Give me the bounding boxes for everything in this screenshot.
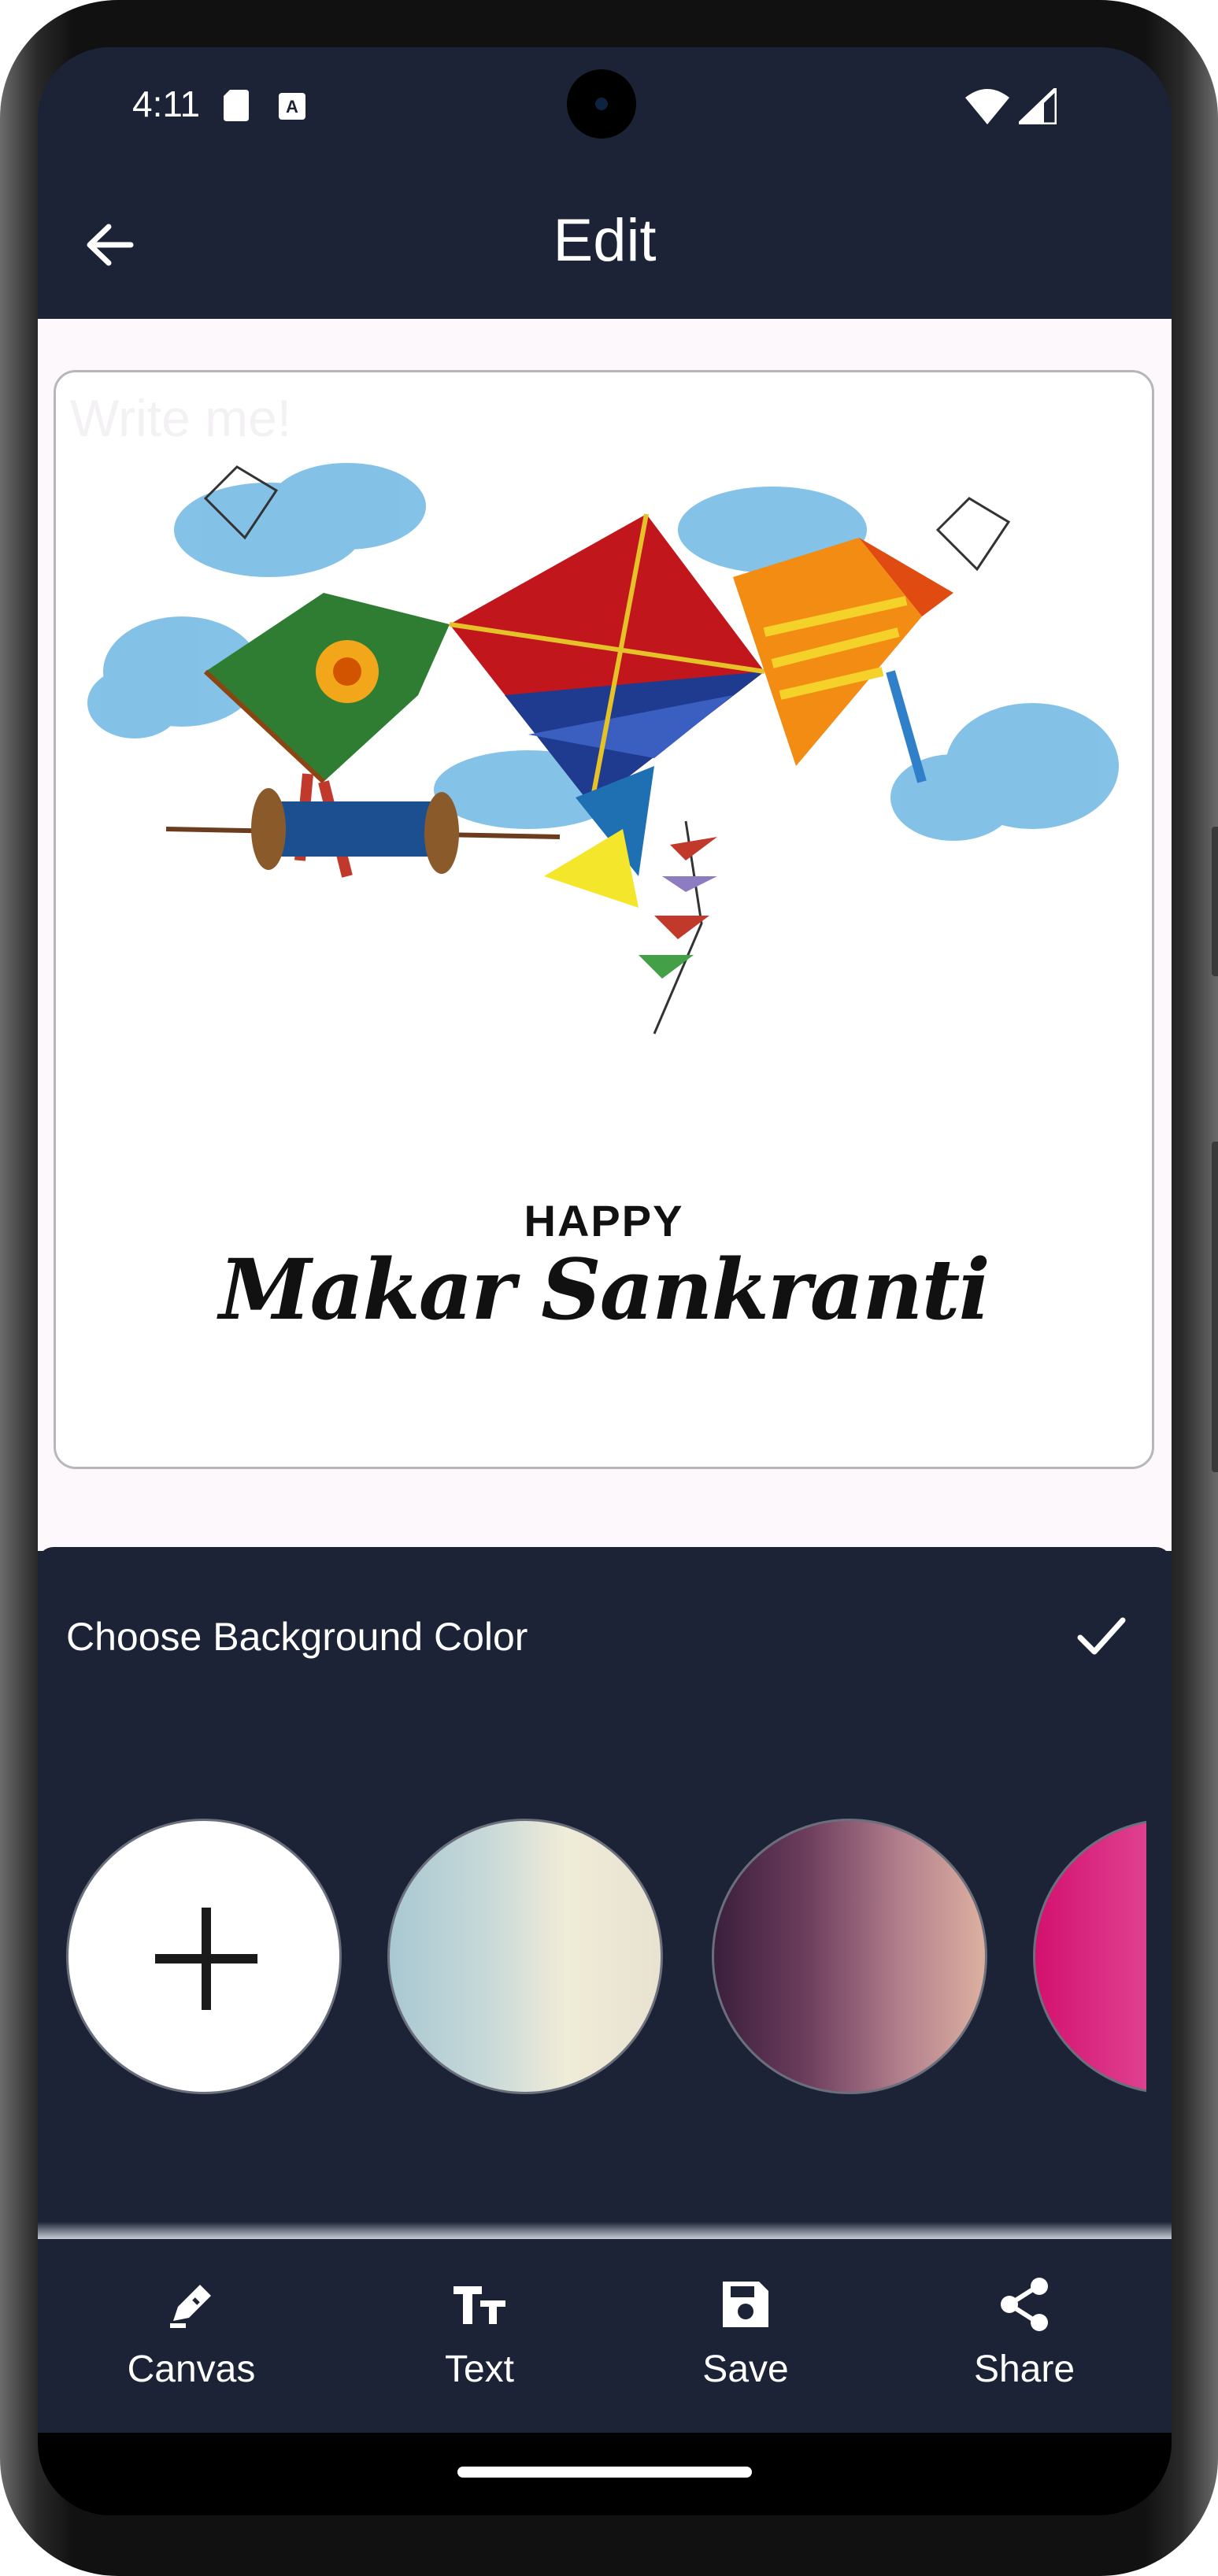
sheet-title: Choose Background Color [66,1615,528,1659]
text-size-icon [454,2286,505,2324]
front-camera [567,69,636,139]
volume-button [1212,827,1218,976]
kites-illustration [87,463,1119,1034]
screen: 4:11 A Edit Write me! HAPPY Makar Sankra… [38,47,1172,2515]
pencil-edit-icon [170,2285,211,2328]
color-swatch-plum-peach[interactable] [712,1819,987,2094]
share-icon [1001,2278,1048,2331]
check-icon[interactable] [1074,1609,1129,1664]
add-color-swatch[interactable] [66,1819,342,2094]
plus-icon [155,1908,257,2010]
phone-frame: 4:11 A Edit Write me! HAPPY Makar Sankra… [0,0,1218,2576]
wifi-icon [965,89,1009,124]
nav-share[interactable]: Share [930,2275,1119,2391]
notification-a-icon: A [279,93,305,120]
home-indicator[interactable] [457,2467,752,2478]
greeting-card-canvas[interactable]: Write me! HAPPY Makar Sankranti [54,370,1154,1469]
nav-canvas-label: Canvas [127,2348,256,2390]
red-blue-kite [449,513,765,908]
orange-kite [733,538,953,783]
nav-text-label: Text [444,2348,515,2390]
color-swatch-clip [1033,1811,1146,2102]
color-swatch-pink[interactable] [1033,1819,1146,2094]
sheet-edge [38,2222,1172,2239]
nav-save-label: Save [702,2348,789,2390]
page-title: Edit [553,207,657,274]
greeting-line-2[interactable]: Makar Sankranti [56,1240,1152,1338]
svg-text:A: A [286,97,298,117]
nav-canvas[interactable]: Canvas [97,2275,286,2391]
sd-card-icon [224,90,249,121]
signal-icon [1019,88,1057,124]
status-time: 4:11 [132,83,201,124]
color-swatch-blue-cream[interactable] [387,1819,663,2094]
floppy-disk-icon [723,2282,768,2327]
nav-save[interactable]: Save [651,2275,840,2391]
nav-text[interactable]: Text [385,2275,574,2391]
greeting-line-1[interactable]: HAPPY [56,1195,1152,1246]
power-button [1212,1142,1218,1472]
nav-share-label: Share [973,2348,1075,2390]
